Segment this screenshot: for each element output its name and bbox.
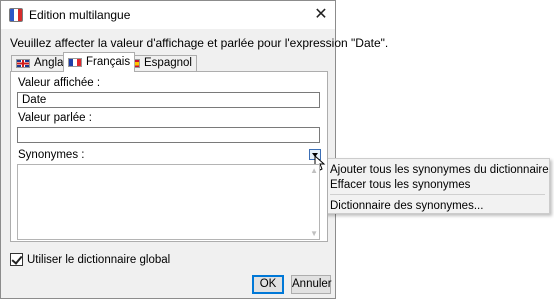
global-dictionary-option[interactable]: Utiliser le dictionnaire global: [10, 253, 170, 266]
tab-panel: Valeur affichée : Date Valeur parlée : S…: [10, 71, 328, 242]
fr-flag-icon: [68, 58, 82, 67]
spoken-value-label: Valeur parlée :: [18, 112, 92, 124]
synonyms-context-menu: Ajouter tous les synonymes du dictionnai…: [307, 158, 550, 214]
scroll-up-icon[interactable]: ▲: [310, 166, 318, 175]
global-dictionary-checkbox[interactable]: [10, 253, 23, 266]
window-title: Edition multilangue: [29, 8, 131, 22]
synonyms-list[interactable]: ▲ ▼: [17, 164, 320, 240]
display-value-label: Valeur affichée :: [18, 77, 101, 89]
tab-label: Français: [86, 56, 131, 68]
uk-flag-icon: [16, 59, 30, 68]
close-icon[interactable]: ✕: [311, 5, 331, 25]
tab-label: Espagnol: [144, 57, 192, 69]
tab-francais[interactable]: Français: [63, 52, 136, 72]
menu-item-add-all-synonyms[interactable]: Ajouter tous les synonymes du dictionnai…: [330, 164, 549, 176]
ok-button[interactable]: OK: [252, 275, 284, 294]
synonyms-label: Synonymes :: [18, 149, 85, 161]
multilang-dialog: Edition multilangue ✕ Veuillez affecter …: [0, 0, 388, 299]
scroll-down-icon[interactable]: ▼: [310, 229, 318, 238]
cancel-button[interactable]: Annuler: [291, 275, 332, 294]
menu-item-clear-all-synonyms[interactable]: Effacer tous les synonymes: [330, 179, 470, 191]
checkbox-label: Utiliser le dictionnaire global: [27, 253, 171, 266]
menu-separator: [330, 194, 545, 195]
app-flag-icon: [9, 8, 23, 22]
spoken-value-input[interactable]: [17, 127, 320, 143]
instruction-text: Veuillez affecter la valeur d'affichage …: [10, 36, 389, 50]
title-bar: Edition multilangue ✕: [1, 1, 335, 29]
menu-item-synonym-dictionary[interactable]: Dictionnaire des synonymes...: [330, 200, 483, 212]
display-value-input[interactable]: Date: [17, 92, 320, 108]
